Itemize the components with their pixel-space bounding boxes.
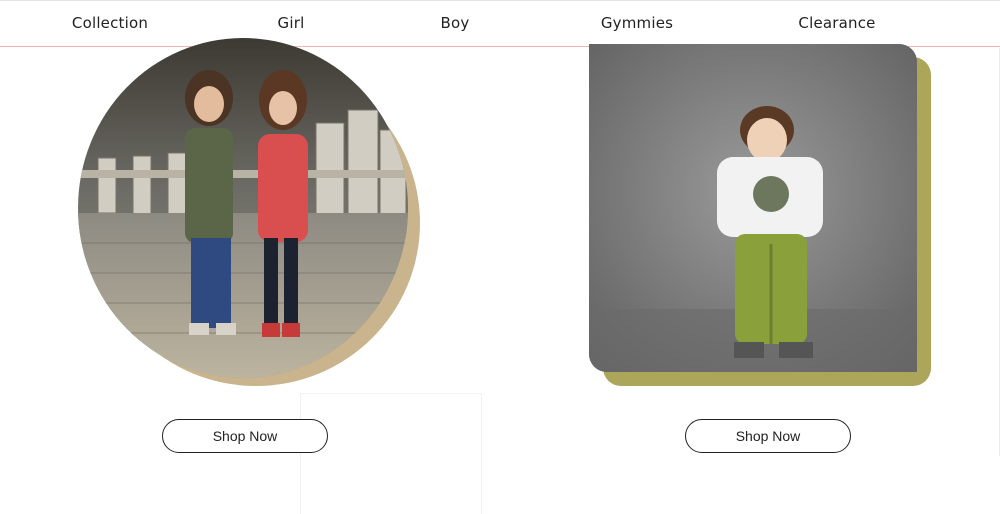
shop-now-button-boy[interactable]: Shop Now: [685, 419, 851, 453]
shop-now-button-kids[interactable]: Shop Now: [162, 419, 328, 453]
kids-collection-card: Shop Now: [0, 38, 500, 514]
nav-item-clearance[interactable]: Clearance: [798, 14, 875, 32]
kids-photo[interactable]: [78, 38, 408, 378]
top-navigation: Collection Girl Boy Gymmies Clearance: [0, 0, 1000, 47]
faint-outline: [300, 393, 482, 514]
boy-illustration: [589, 44, 917, 372]
boy-collection-card: Shop Now: [500, 44, 1000, 456]
nav-item-collection[interactable]: Collection: [72, 14, 148, 32]
boy-photo[interactable]: [589, 44, 917, 372]
nav-item-gymmies[interactable]: Gymmies: [601, 14, 673, 32]
nav-item-boy[interactable]: Boy: [441, 14, 470, 32]
kids-illustration: [78, 38, 408, 378]
nav-item-girl[interactable]: Girl: [278, 14, 305, 32]
